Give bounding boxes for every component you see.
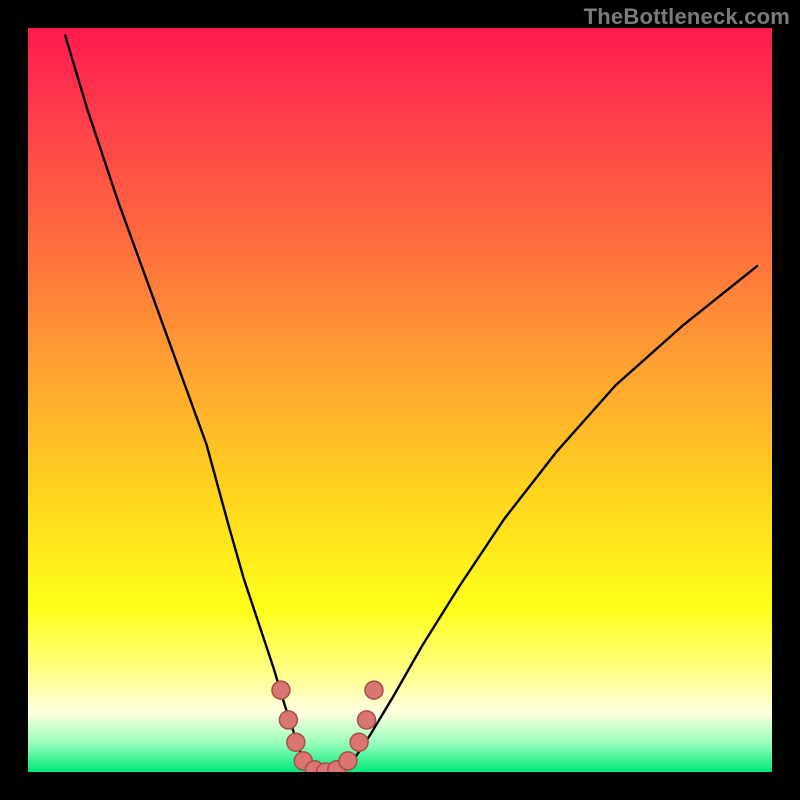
chart-svg: [28, 28, 772, 772]
data-marker: [287, 733, 305, 751]
bottleneck-curve: [65, 35, 757, 772]
plot-area: [28, 28, 772, 772]
chart-stage: TheBottleneck.com: [0, 0, 800, 800]
data-marker: [358, 711, 376, 729]
data-marker: [365, 681, 383, 699]
data-marker: [339, 752, 357, 770]
watermark-text: TheBottleneck.com: [584, 4, 790, 30]
data-marker: [350, 733, 368, 751]
data-marker: [272, 681, 290, 699]
marker-layer: [272, 681, 383, 772]
data-marker: [279, 711, 297, 729]
